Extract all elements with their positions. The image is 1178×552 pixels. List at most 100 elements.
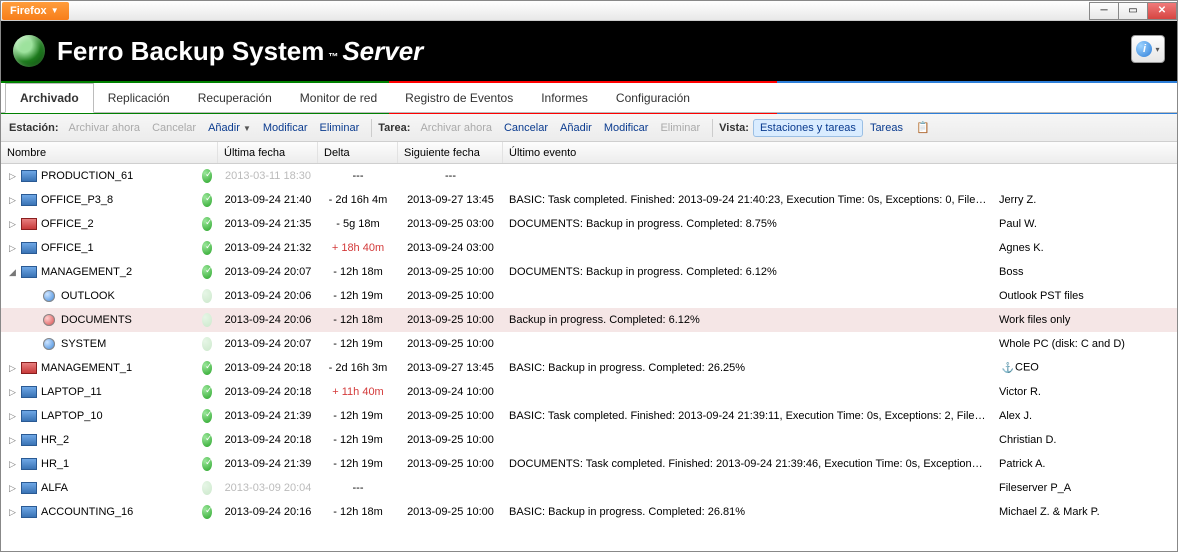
- task-cancel[interactable]: Cancelar: [504, 122, 548, 134]
- expand-icon[interactable]: ▷: [9, 459, 19, 470]
- delta-cell: - 12h 18m: [318, 314, 398, 326]
- status-cell: [196, 433, 218, 447]
- station-row[interactable]: ▷ALFA2013-03-09 20:04---Fileserver P_A: [1, 476, 1177, 500]
- expand-icon[interactable]: ▷: [9, 195, 19, 206]
- station-modify[interactable]: Modificar: [263, 122, 308, 134]
- last-date-cell: 2013-09-24 21:40: [218, 194, 318, 206]
- delta-cell: - 12h 18m: [318, 266, 398, 278]
- expand-icon[interactable]: ▷: [9, 507, 19, 518]
- col-last-date[interactable]: Última fecha: [218, 142, 318, 163]
- close-button[interactable]: ✕: [1147, 2, 1177, 20]
- task-row[interactable]: SYSTEM2013-09-24 20:07- 12h 19m2013-09-2…: [1, 332, 1177, 356]
- next-date-cell: 2013-09-25 10:00: [398, 314, 503, 326]
- task-label: Tarea:: [378, 122, 410, 134]
- task-add[interactable]: Añadir: [560, 122, 592, 134]
- status-ok-icon: [202, 241, 212, 255]
- task-modify[interactable]: Modificar: [604, 122, 649, 134]
- status-idle-icon: [202, 337, 212, 351]
- delta-cell: - 5g 18m: [318, 218, 398, 230]
- next-date-cell: 2013-09-25 10:00: [398, 410, 503, 422]
- tab-archivado[interactable]: Archivado: [5, 83, 94, 113]
- next-date-cell: 2013-09-27 13:45: [398, 362, 503, 374]
- grid-body: ▷PRODUCTION_612013-03-11 18:30------▷OFF…: [1, 164, 1177, 524]
- computer-icon: [21, 458, 35, 470]
- owner-label: Paul W.: [999, 218, 1037, 230]
- status-ok-icon: [202, 457, 212, 471]
- station-row[interactable]: ▷HR_12013-09-24 21:39- 12h 19m2013-09-25…: [1, 452, 1177, 476]
- col-name[interactable]: Nombre: [1, 142, 218, 163]
- status-cell: [196, 505, 218, 519]
- col-delta[interactable]: Delta: [318, 142, 398, 163]
- expand-icon[interactable]: ▷: [9, 219, 19, 230]
- station-row[interactable]: ▷OFFICE_12013-09-24 21:32+ 18h 40m2013-0…: [1, 236, 1177, 260]
- owner-cell: Alex J.: [993, 410, 1163, 422]
- computer-icon: [21, 362, 35, 374]
- tab-recuperación[interactable]: Recuperación: [184, 83, 286, 113]
- toolbar: Estación: Archivar ahora Cancelar Añadir…: [1, 114, 1177, 142]
- product-name: Ferro Backup System: [57, 36, 324, 67]
- tab-informes[interactable]: Informes: [527, 83, 602, 113]
- name-cell: ▷LAPTOP_10: [1, 410, 196, 422]
- tab-configuración[interactable]: Configuración: [602, 83, 704, 113]
- expand-icon[interactable]: ▷: [9, 243, 19, 254]
- next-date-cell: 2013-09-25 10:00: [398, 434, 503, 446]
- owner-label: Agnes K.: [999, 242, 1044, 254]
- station-delete[interactable]: Eliminar: [320, 122, 360, 134]
- expand-icon[interactable]: ▷: [9, 363, 19, 374]
- expand-icon[interactable]: ▷: [9, 411, 19, 422]
- task-row[interactable]: OUTLOOK2013-09-24 20:06- 12h 19m2013-09-…: [1, 284, 1177, 308]
- station-row[interactable]: ▷OFFICE_P3_82013-09-24 21:40- 2d 16h 4m2…: [1, 188, 1177, 212]
- task-icon: [43, 338, 55, 350]
- collapse-icon[interactable]: ◢: [9, 267, 19, 278]
- clipboard-icon[interactable]: [916, 121, 930, 135]
- expand-icon[interactable]: ▷: [9, 387, 19, 398]
- last-date-cell: 2013-09-24 20:18: [218, 434, 318, 446]
- station-row[interactable]: ▷HR_22013-09-24 20:18- 12h 19m2013-09-25…: [1, 428, 1177, 452]
- minimize-button[interactable]: ─: [1089, 2, 1119, 20]
- last-date-cell: 2013-09-24 21:39: [218, 410, 318, 422]
- expand-icon[interactable]: ▷: [9, 171, 19, 182]
- expand-icon[interactable]: ▷: [9, 435, 19, 446]
- station-row[interactable]: ▷LAPTOP_112013-09-24 20:18+ 11h 40m2013-…: [1, 380, 1177, 404]
- next-date-cell: 2013-09-25 10:00: [398, 290, 503, 302]
- owner-label: Michael Z. & Mark P.: [999, 506, 1100, 518]
- window-buttons: ─ ▭ ✕: [1090, 2, 1177, 20]
- row-name-label: MANAGEMENT_1: [41, 362, 132, 374]
- delta-cell: ---: [318, 482, 398, 494]
- owner-label: Christian D.: [999, 434, 1056, 446]
- firefox-menu-button[interactable]: Firefox ▼: [2, 2, 69, 20]
- station-row[interactable]: ▷LAPTOP_102013-09-24 21:39- 12h 19m2013-…: [1, 404, 1177, 428]
- maximize-button[interactable]: ▭: [1118, 2, 1148, 20]
- trademark-label: ™: [328, 52, 338, 63]
- info-button[interactable]: i ▾: [1131, 35, 1165, 63]
- status-ok-icon: [202, 385, 212, 399]
- station-add[interactable]: Añadir ▼: [208, 122, 251, 134]
- last-date-cell: 2013-09-24 20:16: [218, 506, 318, 518]
- last-date-cell: 2013-09-24 20:18: [218, 386, 318, 398]
- last-date-cell: 2013-09-24 21:35: [218, 218, 318, 230]
- row-name-label: OFFICE_P3_8: [41, 194, 113, 206]
- status-ok-icon: [202, 361, 212, 375]
- owner-label: Alex J.: [999, 410, 1032, 422]
- computer-icon: [21, 218, 35, 230]
- computer-icon: [21, 386, 35, 398]
- view-tasks[interactable]: Tareas: [863, 119, 910, 137]
- station-row[interactable]: ◢MANAGEMENT_22013-09-24 20:07- 12h 18m20…: [1, 260, 1177, 284]
- station-row[interactable]: ▷OFFICE_22013-09-24 21:35- 5g 18m2013-09…: [1, 212, 1177, 236]
- col-next-date[interactable]: Siguiente fecha: [398, 142, 503, 163]
- col-last-event[interactable]: Último evento: [503, 142, 1177, 163]
- tab-replicación[interactable]: Replicación: [94, 83, 184, 113]
- station-row[interactable]: ▷MANAGEMENT_12013-09-24 20:18- 2d 16h 3m…: [1, 356, 1177, 380]
- station-row[interactable]: ▷PRODUCTION_612013-03-11 18:30------: [1, 164, 1177, 188]
- task-row[interactable]: DOCUMENTS2013-09-24 20:06- 12h 18m2013-0…: [1, 308, 1177, 332]
- task-delete: Eliminar: [660, 122, 700, 134]
- station-row[interactable]: ▷ACCOUNTING_162013-09-24 20:16- 12h 18m2…: [1, 500, 1177, 524]
- event-cell: BASIC: Task completed. Finished: 2013-09…: [503, 194, 993, 206]
- computer-icon: [21, 194, 35, 206]
- status-cell: [196, 337, 218, 351]
- view-stations-tasks[interactable]: Estaciones y tareas: [753, 119, 863, 137]
- tab-monitor-de-red[interactable]: Monitor de red: [286, 83, 391, 113]
- expand-icon[interactable]: ▷: [9, 483, 19, 494]
- tab-registro-de-eventos[interactable]: Registro de Eventos: [391, 83, 527, 113]
- row-name-label: ALFA: [41, 482, 68, 494]
